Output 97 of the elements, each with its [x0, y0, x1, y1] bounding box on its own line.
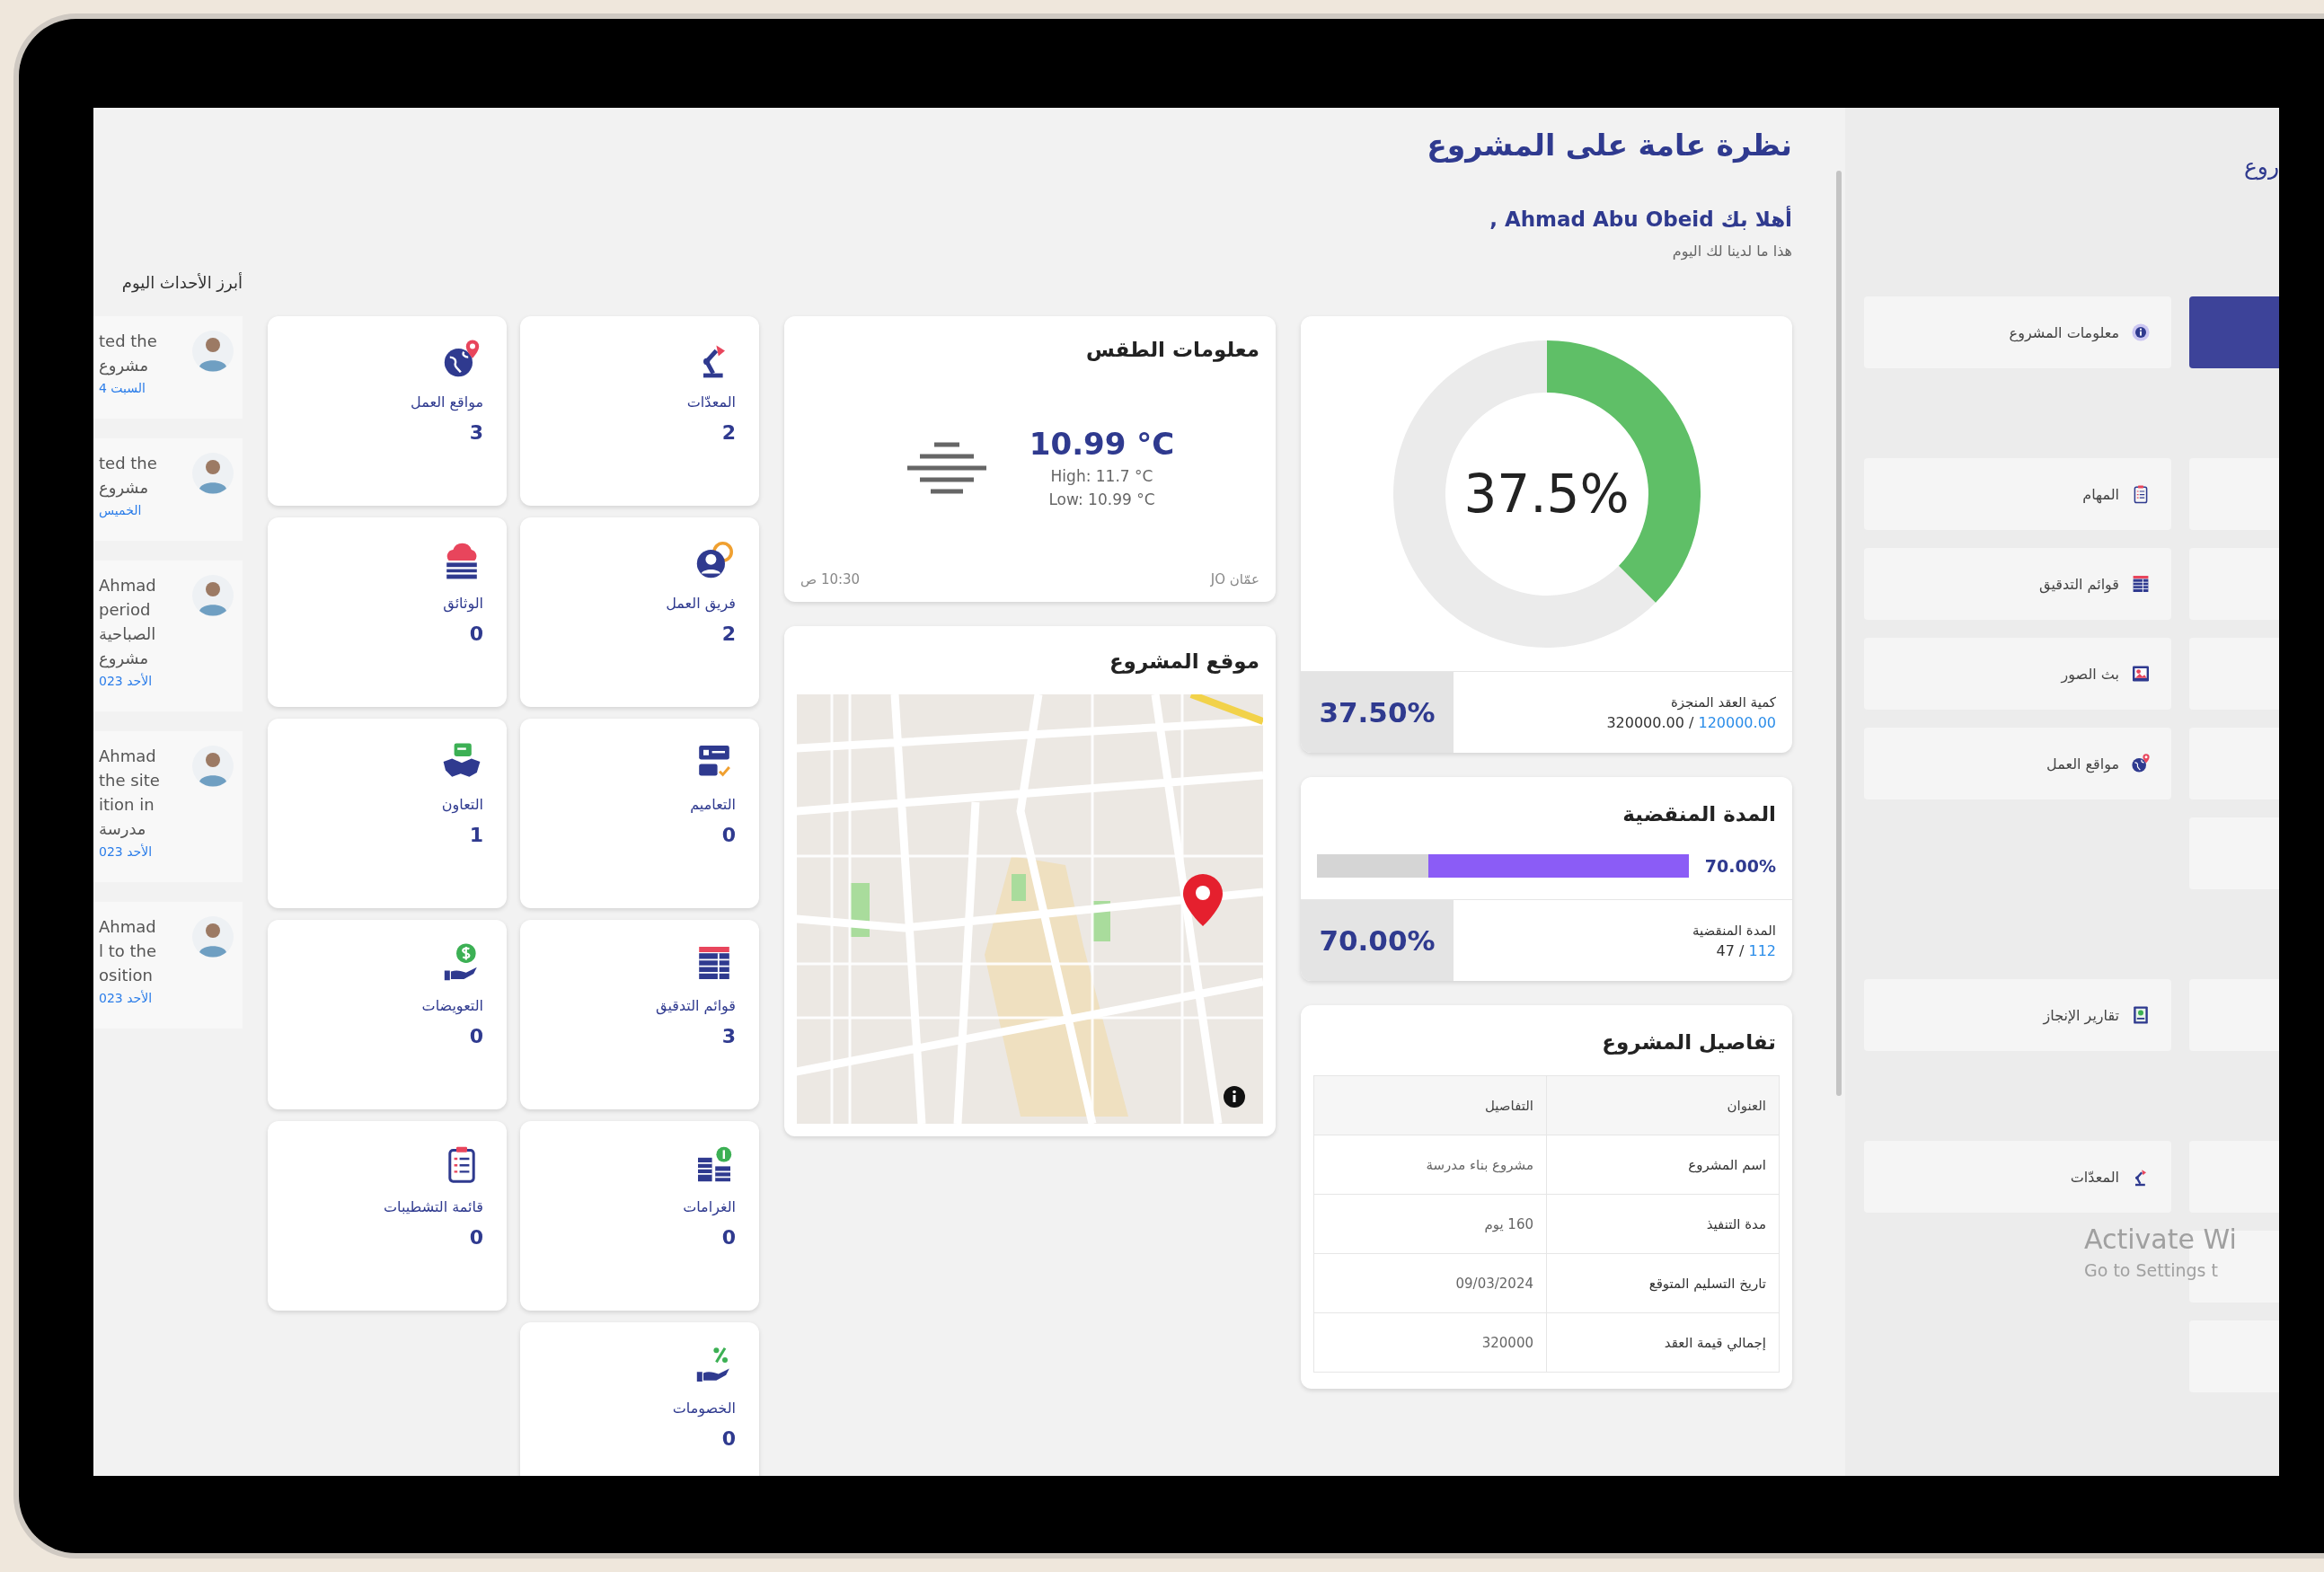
- nav-tile[interactable]: [2189, 1320, 2279, 1392]
- nav-item[interactable]: تقارير الإنجاز: [1864, 979, 2171, 1051]
- stat-label: الوثائق: [443, 595, 483, 612]
- contract-total: 320000.00 /: [1606, 713, 1694, 731]
- table-cell: اسم المشروع: [1546, 1135, 1780, 1195]
- stat-label: فريق العمل: [666, 595, 736, 612]
- stat-label: الخصومات: [672, 1400, 736, 1417]
- stat-value: 0: [469, 1025, 483, 1047]
- section-title: أبرز الأحداث اليوم: [120, 271, 243, 295]
- nav-tile[interactable]: [2189, 728, 2279, 799]
- duration-bar-label: 70.00%: [1704, 856, 1776, 876]
- event-date: الأحد 023: [99, 672, 154, 690]
- info-icon[interactable]: [1224, 1086, 1245, 1108]
- stat-label: المعدّات: [686, 393, 736, 411]
- greeting-text: أهلا بك Ahmad Abu Obeid ,: [1489, 205, 1792, 233]
- nav-item[interactable]: مواقع العمل: [1864, 728, 2171, 799]
- user-avatar: [192, 453, 234, 494]
- event-date: الأحد 023: [99, 843, 154, 861]
- card-title: تفاصيل المشروع: [1602, 1030, 1776, 1054]
- card-title: المدة المنقضية: [1622, 802, 1776, 826]
- table-cell: إجمالي قيمة العقد: [1546, 1312, 1780, 1373]
- stat-label: التعاميم: [690, 796, 736, 813]
- column-header: التفاصيل: [1313, 1075, 1547, 1135]
- table-cell: مدة التنفيذ: [1546, 1194, 1780, 1254]
- map-pin-icon: [1183, 874, 1223, 926]
- nav-item[interactable]: معلومات المشروع: [1864, 296, 2171, 368]
- stat-value: 1: [469, 824, 483, 846]
- user-avatar: [192, 746, 234, 787]
- card-title: موقع المشروع: [1109, 649, 1259, 673]
- stat-label: مواقع العمل: [411, 393, 483, 411]
- table-cell: تاريخ التسليم المتوقع: [1546, 1253, 1780, 1313]
- stat-value: 3: [469, 421, 483, 444]
- nav-item[interactable]: قوائم التدقيق: [1864, 548, 2171, 620]
- table-cell: 09/03/2024: [1313, 1253, 1547, 1313]
- duration-caption: المدة المنقضية: [1692, 922, 1776, 939]
- stat-label: قوائم التدقيق: [656, 997, 736, 1014]
- nav-label: تقارير الإنجاز: [2043, 1006, 2119, 1024]
- days-elapsed: 47 /: [1716, 941, 1745, 959]
- stat-value: 3: [721, 1025, 736, 1047]
- stat-value: 0: [469, 1226, 483, 1249]
- weather-location: عمّان JO: [1210, 571, 1259, 587]
- nav-tile[interactable]: [2189, 979, 2279, 1051]
- user-avatar: [192, 575, 234, 616]
- event-date: السبت 4: [99, 380, 146, 397]
- activation-notice-title: Activate Wi: [2084, 1223, 2237, 1257]
- user-avatar: [192, 331, 234, 372]
- info-icon: [2130, 322, 2152, 343]
- table-cell: 160 يوم: [1313, 1194, 1547, 1254]
- card-title: معلومات الطقس: [1085, 338, 1259, 361]
- globe-pin-icon: [2130, 753, 2152, 774]
- nav-tile[interactable]: [2189, 817, 2279, 889]
- contract-done: 120000.00: [1698, 713, 1776, 731]
- scrollbar-thumb[interactable]: [1836, 171, 1842, 1096]
- nav-tile[interactable]: [2189, 458, 2279, 530]
- nav-label: المهام: [2082, 485, 2119, 503]
- table-cell: 320000: [1313, 1312, 1547, 1373]
- stat-value: 0: [721, 1427, 736, 1450]
- temperature-high: High: 11.7 °C: [1050, 467, 1153, 485]
- activation-notice-text: Go to Settings t: [2084, 1259, 2219, 1282]
- duration-percent: 70.00%: [1301, 900, 1454, 981]
- stat-label: التعويضات: [421, 997, 483, 1014]
- stat-value: 2: [721, 623, 736, 645]
- nav-tile[interactable]: [2189, 296, 2279, 368]
- progress-percent: 37.50%: [1301, 672, 1454, 753]
- temperature-low: Low: 10.99 °C: [1048, 490, 1155, 508]
- progress-value: 37.5%: [1463, 463, 1630, 525]
- greeting-subtitle: هذا ما لدينا لك اليوم: [1672, 242, 1792, 262]
- weather-time: 10:30 ص: [800, 571, 861, 587]
- days-total: 112: [1748, 941, 1776, 959]
- page-title: نظرة عامة على المشروع: [1426, 127, 1792, 165]
- nav-label: مواقع العمل: [2046, 755, 2119, 773]
- stat-value: 0: [721, 1226, 736, 1249]
- nav-tile[interactable]: [2189, 638, 2279, 710]
- stat-label: قائمة التشطيبات: [383, 1198, 483, 1215]
- sidebar-title: روع: [2243, 154, 2279, 180]
- contract-caption: كمية العقد المنجزة: [1670, 693, 1776, 711]
- nav-tile[interactable]: [2189, 548, 2279, 620]
- nav-item[interactable]: المعدّات: [1864, 1141, 2171, 1213]
- temperature: 10.99 °C: [1029, 426, 1175, 462]
- nav-label: معلومات المشروع: [2009, 323, 2119, 341]
- nav-label: المعدّات: [2070, 1168, 2119, 1186]
- stat-label: التعاون: [441, 796, 483, 813]
- nav-label: قوائم التدقيق: [2039, 575, 2119, 593]
- nav-item[interactable]: المهام: [1864, 458, 2171, 530]
- event-text: Ahmad l to the osition: [99, 916, 157, 986]
- event-date: الخميس: [99, 502, 143, 520]
- nav-label: بث الصور: [2061, 665, 2119, 683]
- stat-value: 0: [721, 824, 736, 846]
- column-header: العنوان: [1546, 1075, 1780, 1135]
- stat-value: 0: [469, 623, 483, 645]
- table-cell: مشروع بناء مدرسة: [1313, 1135, 1547, 1195]
- event-date: الأحد 023: [99, 989, 154, 1007]
- stat-value: 2: [721, 421, 736, 444]
- nav-tile[interactable]: [2189, 1141, 2279, 1213]
- stat-label: الغرامات: [683, 1198, 736, 1215]
- nav-item[interactable]: بث الصور: [1864, 638, 2171, 710]
- user-avatar: [192, 916, 234, 958]
